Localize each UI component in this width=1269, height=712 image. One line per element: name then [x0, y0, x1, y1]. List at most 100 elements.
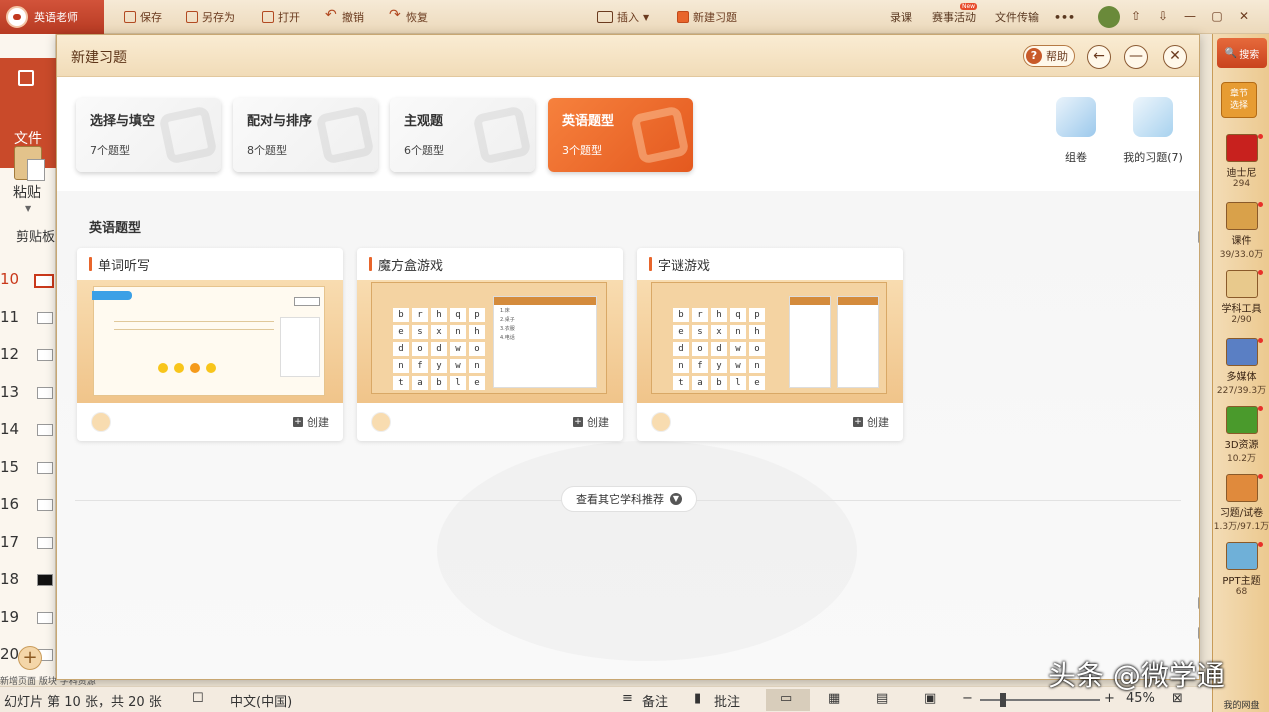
template-card-word-puzzle[interactable]: 字谜游戏 brhqpesxnhdodwonfywntable + 创建	[637, 248, 903, 441]
slide-number[interactable]: 12	[0, 345, 22, 363]
undo-button[interactable]: 撤销	[325, 0, 364, 34]
category-card[interactable]: 英语题型 3个题型	[548, 98, 693, 172]
search-button[interactable]: 🔍 搜索	[1217, 38, 1267, 68]
slide-thumbnail[interactable]	[37, 536, 53, 549]
notification-dot	[1258, 542, 1263, 547]
reading-view-icon[interactable]: ▤	[876, 691, 888, 706]
paste-icon[interactable]	[14, 146, 45, 181]
more-subjects-button[interactable]: 查看其它学科推荐 ▼	[561, 486, 697, 512]
minimize-dialog-button[interactable]: —	[1124, 45, 1148, 69]
create-button[interactable]: + 创建	[853, 414, 889, 430]
zoom-slider-handle[interactable]	[1000, 693, 1006, 707]
slide-thumbnail[interactable]	[37, 611, 53, 624]
slideshow-icon[interactable]: ▣	[924, 691, 936, 706]
list-item: 4.电话	[500, 335, 515, 341]
sidebar-item[interactable]: 3D资源 10.2万	[1213, 406, 1269, 464]
record-button[interactable]: 录课	[890, 0, 912, 34]
my-netdisk-button[interactable]: 我的网盘	[1213, 698, 1269, 711]
slide-number[interactable]: 16	[0, 495, 22, 513]
new-exercise-button[interactable]: 新建习题	[677, 0, 737, 34]
sidebar-item-count: 227/39.3万	[1216, 386, 1267, 396]
spellcheck-icon[interactable]: ☐	[192, 691, 204, 706]
sorter-view-icon[interactable]: ▦	[828, 691, 840, 706]
paste-button[interactable]: 粘贴	[13, 182, 41, 202]
insert-button[interactable]: 插入 ▼	[597, 0, 649, 34]
category-card[interactable]: 选择与填空 7个题型	[76, 98, 221, 172]
slide-thumbnail[interactable]	[34, 274, 54, 288]
save-button[interactable]: 保存	[124, 0, 162, 34]
more-button[interactable]: •••	[1054, 0, 1075, 34]
help-button[interactable]: ? 帮助	[1023, 45, 1075, 67]
language-indicator[interactable]: 中文(中国)	[230, 691, 292, 710]
slide-thumbnail[interactable]	[37, 424, 53, 436]
sidebar-item[interactable]: 多媒体 227/39.3万	[1213, 338, 1269, 396]
sidebar-item[interactable]: 迪士尼 294	[1213, 134, 1269, 189]
back-button[interactable]: ←	[1087, 45, 1111, 69]
sidebar-item-label: 3D资源	[1224, 440, 1259, 451]
zoom-out-icon[interactable]: −	[962, 691, 973, 706]
sidebar-item[interactable]: 习题/试卷 1.3万/97.1万	[1213, 474, 1269, 532]
chevron-down-icon: ▼	[670, 493, 682, 505]
upload-icon[interactable]: ⇧	[1128, 8, 1144, 24]
chapter-select-button[interactable]: 章节 选择	[1221, 82, 1257, 118]
scrollbar-marker[interactable]	[1198, 627, 1199, 639]
scrollbar-marker[interactable]	[1198, 597, 1199, 609]
letter-cell: x	[711, 325, 727, 339]
slide-number[interactable]: 14	[0, 420, 22, 438]
redo-button[interactable]: 恢复	[389, 0, 428, 34]
slide-number[interactable]: 17	[0, 533, 22, 551]
close-window-icon[interactable]: ✕	[1236, 8, 1252, 24]
slide-number[interactable]: 19	[0, 608, 22, 626]
template-name: 字谜游戏	[658, 258, 711, 274]
template-card-cube-box[interactable]: 魔方盒游戏 brhqpesxnhdodwonfywntable 1.床 2.桌子 3…	[357, 248, 623, 441]
zoom-slider[interactable]	[980, 699, 1100, 701]
user-avatar[interactable]	[1098, 6, 1120, 28]
sidebar-item[interactable]: PPT主题 68	[1213, 542, 1269, 597]
notification-dot	[1258, 202, 1263, 207]
section-title: 英语题型	[89, 221, 142, 236]
slide-number[interactable]: 10	[0, 270, 22, 288]
create-button[interactable]: + 创建	[293, 414, 329, 430]
slide-thumbnail[interactable]	[37, 574, 53, 586]
notification-dot	[1258, 338, 1263, 343]
my-exercises-button[interactable]: 我的习题(7)	[1113, 97, 1193, 165]
letter-grid: brhqpesxnhdodwonfywntable	[673, 308, 765, 390]
slide-number[interactable]: 15	[0, 458, 22, 476]
comment-icon: ▮	[694, 691, 702, 706]
user-doc-icon	[1133, 97, 1173, 137]
template-card-dictation[interactable]: 单词听写 + 创建	[77, 248, 343, 441]
slide-thumbnail[interactable]	[37, 349, 53, 361]
app-tab[interactable]: 英语老师	[0, 0, 104, 34]
minimize-window-icon[interactable]: —	[1182, 8, 1198, 24]
letter-cell: b	[393, 308, 409, 322]
compose-paper-button[interactable]: 组卷	[1036, 97, 1116, 165]
category-card[interactable]: 配对与排序 8个题型	[233, 98, 378, 172]
title-bar: 英语老师 保存 另存为 打开 撤销 恢复 插入 ▼ 新建习题 录课 赛事活动 N…	[0, 0, 1269, 34]
slide-number[interactable]: 13	[0, 383, 22, 401]
download-icon[interactable]: ⇩	[1155, 8, 1171, 24]
slide-number[interactable]: 11	[0, 308, 22, 326]
slide-number[interactable]: 18	[0, 570, 22, 588]
slide-thumbnail[interactable]	[37, 499, 53, 511]
letter-cell: w	[450, 359, 466, 373]
background-emblem	[437, 441, 857, 661]
close-dialog-button[interactable]: ✕	[1163, 45, 1187, 69]
slide-thumbnail[interactable]	[37, 311, 53, 324]
save-as-button[interactable]: 另存为	[186, 0, 235, 34]
category-card[interactable]: 主观题 6个题型	[390, 98, 535, 172]
normal-view-icon: ▭	[780, 691, 793, 706]
create-button[interactable]: + 创建	[573, 414, 609, 430]
letter-cell: y	[711, 359, 727, 373]
file-transfer-button[interactable]: 文件传输	[995, 0, 1039, 34]
chevron-down-icon[interactable]: ▼	[25, 204, 31, 213]
sidebar-item[interactable]: 学科工具 2/90	[1213, 270, 1269, 325]
open-button[interactable]: 打开	[262, 0, 300, 34]
notes-button[interactable]: 备注	[642, 691, 668, 710]
scrollbar-marker[interactable]	[1198, 231, 1199, 243]
sidebar-item[interactable]: 课件 39/33.0万	[1213, 202, 1269, 260]
slide-thumbnail[interactable]	[37, 386, 53, 399]
slide-thumbnail[interactable]	[37, 461, 53, 474]
maximize-window-icon[interactable]: ▢	[1209, 8, 1225, 24]
add-slide-button[interactable]: +	[18, 646, 42, 670]
comments-button[interactable]: 批注	[714, 691, 740, 710]
